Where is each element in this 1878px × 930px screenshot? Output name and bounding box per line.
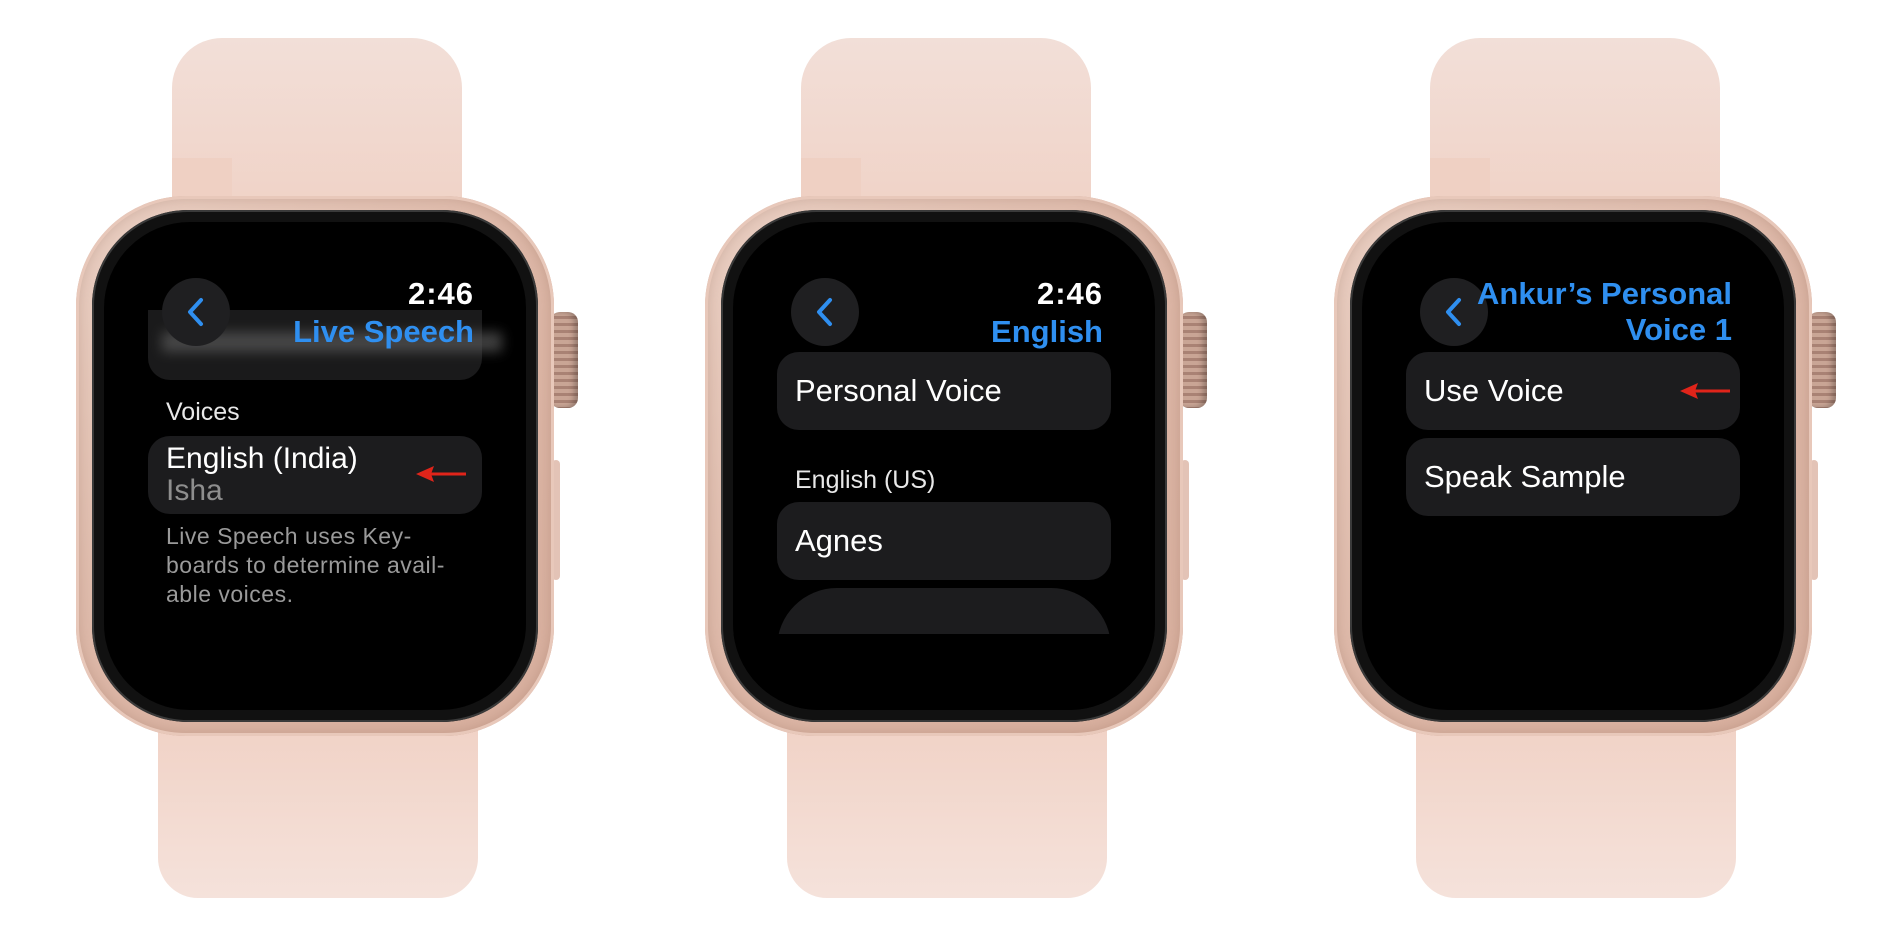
watch-screen: 2:46 English Personal Voice English (US)…	[733, 222, 1155, 710]
cell-title: Agnes	[795, 523, 883, 558]
digital-crown[interactable]	[1179, 312, 1207, 408]
back-button[interactable]	[162, 278, 230, 346]
section-label-english-us: English (US)	[795, 466, 936, 494]
watch-case: 2:46 English Personal Voice English (US)…	[705, 196, 1183, 736]
watch-bezel: 2:46 English Personal Voice English (US)…	[721, 210, 1167, 722]
clock-time: 2:46	[407, 276, 474, 311]
watch-live-speech: 2:46 Live Speech Voices English (India) …	[0, 0, 620, 930]
cell-speak-sample[interactable]: Speak Sample	[1406, 438, 1740, 516]
watch-case: 2:46 Live Speech Voices English (India) …	[76, 196, 554, 736]
watch-screen: 2:46 Live Speech Voices English (India) …	[104, 222, 526, 710]
red-arrow-annotation-icon	[1680, 383, 1732, 399]
clock-time: 2:46	[1036, 276, 1103, 311]
screen-bottom-mask	[733, 634, 1155, 710]
red-arrow-annotation-icon	[416, 466, 468, 482]
cell-agnes[interactable]: Agnes	[777, 502, 1111, 580]
chevron-left-icon	[1442, 297, 1466, 327]
footer-note: Live Speech uses Key- boards to determin…	[166, 523, 445, 607]
watch-band-top	[172, 38, 462, 218]
nav-title-line-1: Ankur’s Personal	[1477, 276, 1732, 311]
cell-title: Speak Sample	[1424, 459, 1626, 494]
watch-english: 2:46 English Personal Voice English (US)…	[629, 0, 1249, 930]
watch-case: Ankur’s Personal Voice 1 Use Voice Speak…	[1334, 196, 1812, 736]
digital-crown[interactable]	[550, 312, 578, 408]
watch-band-top	[1430, 38, 1720, 218]
section-label-voices: Voices	[166, 398, 240, 426]
chevron-left-icon	[184, 297, 208, 327]
cell-title: Personal Voice	[795, 373, 1002, 408]
watch-personal-voice: Ankur’s Personal Voice 1 Use Voice Speak…	[1258, 0, 1878, 930]
nav-title: Live Speech	[293, 314, 474, 349]
watch-band-top	[801, 38, 1091, 218]
nav-title: English	[991, 314, 1103, 349]
nav-title: Ankur’s Personal Voice 1	[1477, 276, 1732, 348]
cell-subtitle: Isha	[166, 474, 223, 507]
cell-title: Use Voice	[1424, 373, 1564, 408]
nav-title-line-2: Voice 1	[1625, 312, 1732, 347]
digital-crown[interactable]	[1808, 312, 1836, 408]
back-button[interactable]	[791, 278, 859, 346]
watch-screen: Ankur’s Personal Voice 1 Use Voice Speak…	[1362, 222, 1784, 710]
cell-personal-voice[interactable]: Personal Voice	[777, 352, 1111, 430]
cell-title: English (India)	[166, 442, 358, 475]
watch-bezel: 2:46 Live Speech Voices English (India) …	[92, 210, 538, 722]
chevron-left-icon	[813, 297, 837, 327]
watch-bezel: Ankur’s Personal Voice 1 Use Voice Speak…	[1350, 210, 1796, 722]
